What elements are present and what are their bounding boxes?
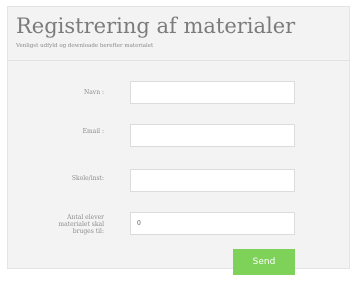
name-field[interactable]	[130, 81, 295, 104]
students-label: Antal elever materialet skal bruges til:	[40, 214, 104, 236]
email-field[interactable]	[130, 124, 295, 147]
send-button[interactable]: Send	[233, 249, 295, 275]
email-label: Email :	[82, 128, 104, 135]
form-subtitle: Venligst udfyld og downloade herefter ma…	[16, 43, 154, 49]
students-label-line-3: bruges til:	[72, 227, 104, 235]
panel-header: Registrering af materialer Venligst udfy…	[8, 7, 349, 61]
school-label: Skole/inst:	[71, 175, 104, 182]
form-title: Registrering af materialer	[16, 14, 296, 38]
school-field[interactable]	[130, 169, 295, 192]
name-label: Navn :	[83, 89, 104, 96]
students-count-field[interactable]: 0	[130, 212, 295, 235]
